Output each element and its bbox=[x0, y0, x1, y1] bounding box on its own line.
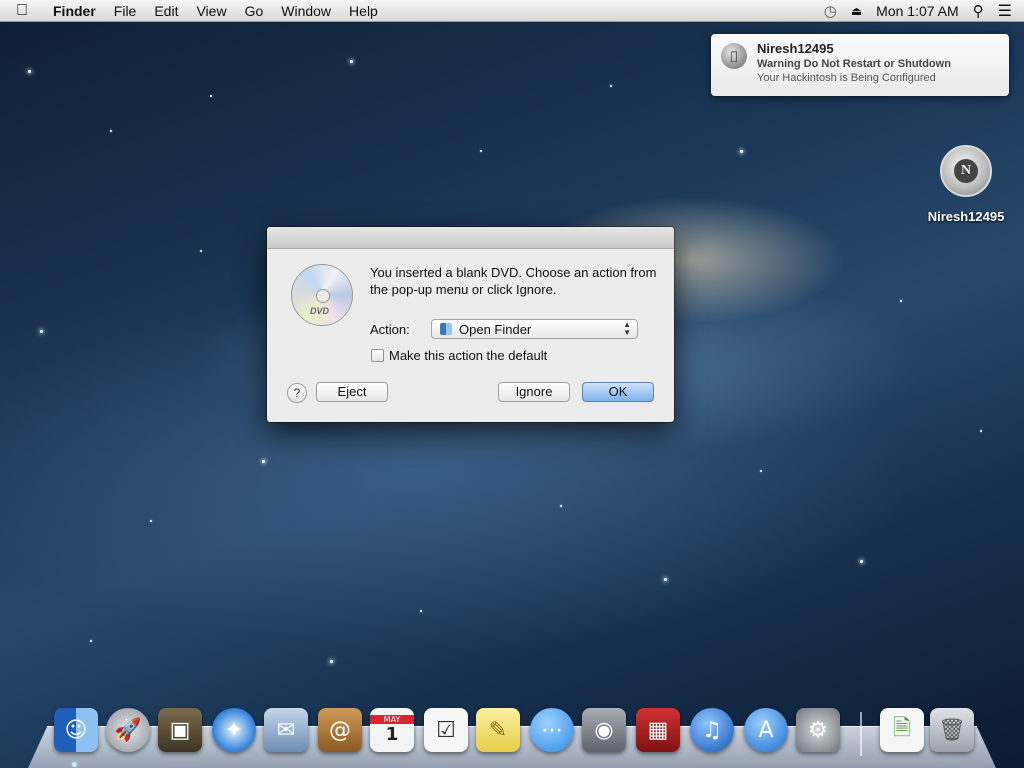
safari-icon[interactable]: ✦ bbox=[212, 708, 256, 752]
menu-go[interactable]: Go bbox=[236, 3, 273, 19]
desktop-icon-label: Niresh12495 bbox=[927, 209, 1005, 224]
menu-extras: ◷ ⏏ Mon 1:07 AM ⚲ ☰ bbox=[824, 1, 1024, 21]
calendar-icon[interactable]: MAY 1 bbox=[370, 708, 414, 752]
eject-button[interactable]: Eject bbox=[316, 382, 388, 402]
ignore-button[interactable]: Ignore bbox=[498, 382, 570, 402]
star bbox=[900, 300, 902, 302]
menu-file[interactable]: File bbox=[105, 3, 146, 19]
blank-dvd-dialog: DVD You inserted a blank DVD. Choose an … bbox=[267, 227, 674, 422]
reminders-icon[interactable]: ☑ bbox=[424, 708, 468, 752]
eject-icon[interactable]: ⏏ bbox=[851, 4, 862, 18]
calendar-month: MAY bbox=[370, 715, 414, 724]
star bbox=[610, 85, 612, 87]
star bbox=[330, 660, 333, 663]
star bbox=[200, 250, 202, 252]
volume-glyph: N bbox=[954, 159, 978, 183]
default-action-row[interactable]: Make this action the default bbox=[371, 348, 547, 363]
menu-bar:  Finder File Edit View Go Window Help ◷… bbox=[0, 0, 1024, 22]
menu-view[interactable]: View bbox=[187, 3, 235, 19]
menu-clock[interactable]: Mon 1:07 AM bbox=[876, 3, 959, 19]
default-action-label: Make this action the default bbox=[389, 348, 548, 363]
star bbox=[420, 610, 422, 612]
contacts-icon[interactable]: @ bbox=[318, 708, 362, 752]
notification-title: Niresh12495 bbox=[757, 41, 834, 56]
action-popup-value: Open Finder bbox=[459, 321, 532, 337]
desktop-volume-icon[interactable]: N Niresh12495 bbox=[922, 145, 1010, 224]
dvd-icon: DVD bbox=[291, 264, 353, 326]
dialog-titlebar[interactable] bbox=[267, 227, 674, 249]
action-label: Action: bbox=[370, 322, 410, 337]
notification-subtitle: Warning Do Not Restart or Shutdown bbox=[757, 58, 951, 70]
notes-icon[interactable]: ✎ bbox=[476, 708, 520, 752]
star bbox=[980, 430, 982, 432]
notification-body: Your Hackintosh is Being Configured bbox=[757, 72, 936, 84]
star bbox=[740, 150, 743, 153]
dock-divider bbox=[860, 712, 862, 756]
menu-edit[interactable]: Edit bbox=[145, 3, 187, 19]
star bbox=[350, 60, 353, 63]
star bbox=[210, 95, 212, 97]
time-machine-icon[interactable]: ◷ bbox=[824, 2, 837, 20]
star bbox=[860, 560, 863, 563]
finder-mini-icon bbox=[440, 323, 452, 335]
trash-icon[interactable]: 🗑 bbox=[930, 708, 974, 752]
calendar-day: 1 bbox=[385, 724, 399, 745]
dvd-label: DVD bbox=[310, 306, 330, 316]
menu-finder[interactable]: Finder bbox=[44, 3, 105, 19]
facetime-icon[interactable]: ◉ bbox=[582, 708, 626, 752]
star bbox=[560, 505, 562, 507]
launchpad-icon[interactable]: 🚀 bbox=[106, 708, 150, 752]
popup-arrows-icon: ▲ ▼ bbox=[623, 320, 631, 337]
finder-running-indicator bbox=[72, 762, 77, 767]
system-preferences-icon[interactable]: ⚙ bbox=[796, 708, 840, 752]
notification-center-icon[interactable]: ☰ bbox=[998, 1, 1012, 21]
itunes-icon[interactable]: ♫ bbox=[690, 708, 734, 752]
star bbox=[150, 520, 152, 522]
star bbox=[664, 578, 667, 581]
star bbox=[110, 130, 112, 132]
notification-banner[interactable]:  Niresh12495 Warning Do Not Restart or … bbox=[711, 34, 1009, 96]
action-popup[interactable]: Open Finder ▲ ▼ bbox=[431, 319, 638, 339]
messages-icon[interactable]: ⋯ bbox=[530, 708, 574, 752]
photo-browser-icon[interactable]: ▣ bbox=[158, 708, 202, 752]
star bbox=[760, 470, 762, 472]
help-button[interactable]: ? bbox=[287, 383, 307, 403]
finder-icon[interactable]: ☺ bbox=[54, 708, 98, 752]
spotlight-search-icon[interactable]: ⚲ bbox=[973, 2, 984, 20]
app-store-icon[interactable]: A bbox=[744, 708, 788, 752]
star bbox=[262, 460, 265, 463]
star bbox=[90, 640, 92, 642]
menu-help[interactable]: Help bbox=[340, 3, 387, 19]
menu-window[interactable]: Window bbox=[272, 3, 340, 19]
star bbox=[28, 70, 31, 73]
apple-menu-icon[interactable]:  bbox=[0, 2, 44, 20]
star bbox=[480, 150, 482, 152]
documents-stack-icon[interactable]: 🗎 bbox=[880, 708, 924, 752]
photo-booth-icon[interactable]: ▦ bbox=[636, 708, 680, 752]
mail-icon[interactable]: ✉ bbox=[264, 708, 308, 752]
star bbox=[40, 330, 43, 333]
notification-app-icon:  bbox=[721, 43, 747, 69]
ok-button[interactable]: OK bbox=[582, 382, 654, 402]
volume-disc-icon: N bbox=[940, 145, 992, 197]
dialog-message: You inserted a blank DVD. Choose an acti… bbox=[370, 265, 657, 297]
default-action-checkbox[interactable] bbox=[371, 349, 384, 362]
